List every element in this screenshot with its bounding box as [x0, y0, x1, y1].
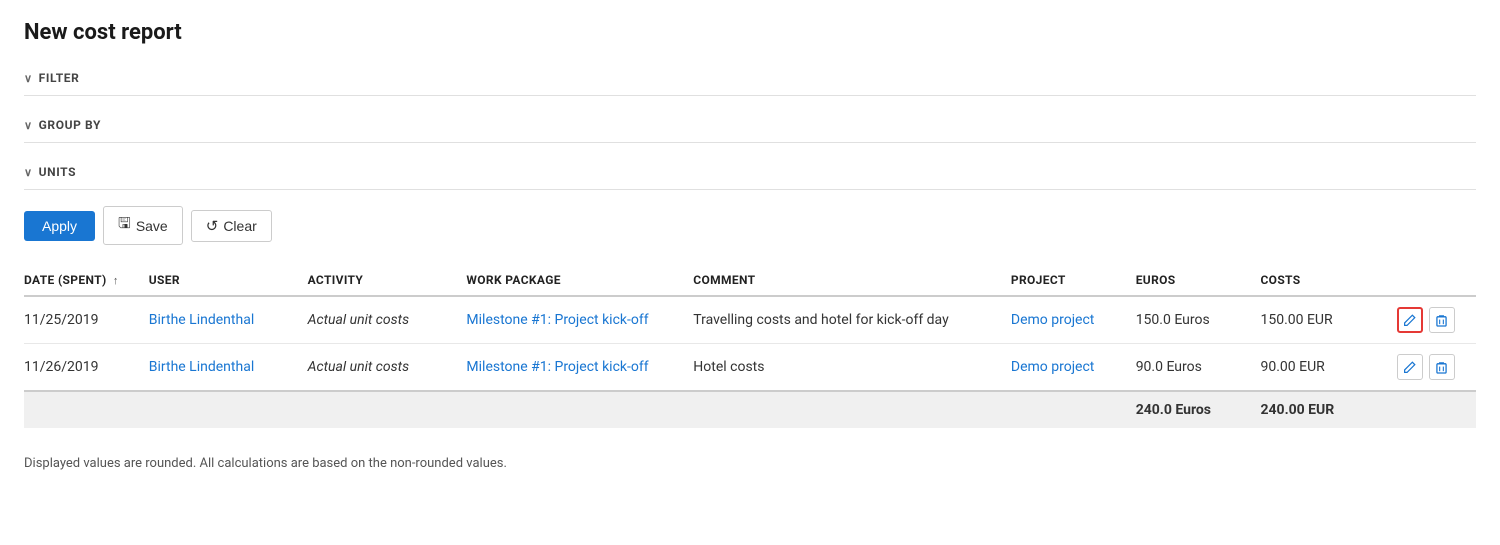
- apply-button[interactable]: Apply: [24, 211, 95, 241]
- col-header-costs[interactable]: COSTS: [1260, 265, 1396, 296]
- footer-note: Displayed values are rounded. All calcul…: [24, 456, 1476, 471]
- filter-section[interactable]: ∨ FILTER: [24, 61, 1476, 96]
- col-header-actions: [1397, 265, 1476, 296]
- col-header-user[interactable]: USER: [149, 265, 308, 296]
- cost-report-table: DATE (SPENT) ↑ USER ACTIVITY WORK PACKAG…: [24, 265, 1476, 428]
- groupby-section[interactable]: ∨ GROUP BY: [24, 108, 1476, 143]
- col-header-workpackage[interactable]: WORK PACKAGE: [466, 265, 693, 296]
- table-footer-row: 240.0 Euros 240.00 EUR: [24, 391, 1476, 428]
- save-button[interactable]: 🖫 Save: [103, 206, 183, 245]
- col-header-comment[interactable]: COMMENT: [693, 265, 1011, 296]
- edit-button[interactable]: [1397, 354, 1423, 380]
- footer-costs: 240.00 EUR: [1260, 391, 1396, 428]
- clear-button[interactable]: ↺ Clear: [191, 210, 272, 242]
- filter-label: FILTER: [39, 71, 80, 85]
- save-icon: 🖫: [118, 213, 131, 238]
- clear-icon: ↺: [206, 217, 219, 235]
- action-icons: [1397, 354, 1466, 380]
- col-header-activity[interactable]: ACTIVITY: [308, 265, 467, 296]
- delete-button[interactable]: [1429, 307, 1455, 333]
- col-header-euros[interactable]: EUROS: [1136, 265, 1261, 296]
- units-chevron-icon: ∨: [24, 166, 33, 179]
- cell-link[interactable]: Milestone #1: Project kick-off: [466, 359, 648, 375]
- cell-link[interactable]: Demo project: [1011, 312, 1094, 328]
- cell-link[interactable]: Birthe Lindenthal: [149, 359, 254, 375]
- toolbar: Apply 🖫 Save ↺ Clear: [24, 190, 1476, 261]
- table-row: 11/26/2019Birthe LindenthalActual unit c…: [24, 344, 1476, 392]
- units-section[interactable]: ∨ UNITS: [24, 155, 1476, 190]
- col-header-project[interactable]: PROJECT: [1011, 265, 1136, 296]
- table-row: 11/25/2019Birthe LindenthalActual unit c…: [24, 296, 1476, 344]
- groupby-chevron-icon: ∨: [24, 119, 33, 132]
- save-label: Save: [136, 218, 168, 234]
- page-title: New cost report: [24, 20, 1476, 45]
- sort-icon-date: ↑: [113, 274, 119, 287]
- cell-link[interactable]: Birthe Lindenthal: [149, 312, 254, 328]
- footer-euros: 240.0 Euros: [1136, 391, 1261, 428]
- table-header-row: DATE (SPENT) ↑ USER ACTIVITY WORK PACKAG…: [24, 265, 1476, 296]
- clear-label: Clear: [223, 218, 256, 234]
- col-header-date[interactable]: DATE (SPENT) ↑: [24, 265, 149, 296]
- units-label: UNITS: [39, 165, 76, 179]
- filter-chevron-icon: ∨: [24, 72, 33, 85]
- cell-link[interactable]: Demo project: [1011, 359, 1094, 375]
- edit-button[interactable]: [1397, 307, 1423, 333]
- groupby-label: GROUP BY: [39, 118, 101, 132]
- cell-link[interactable]: Milestone #1: Project kick-off: [466, 312, 648, 328]
- delete-button[interactable]: [1429, 354, 1455, 380]
- action-icons: [1397, 307, 1466, 333]
